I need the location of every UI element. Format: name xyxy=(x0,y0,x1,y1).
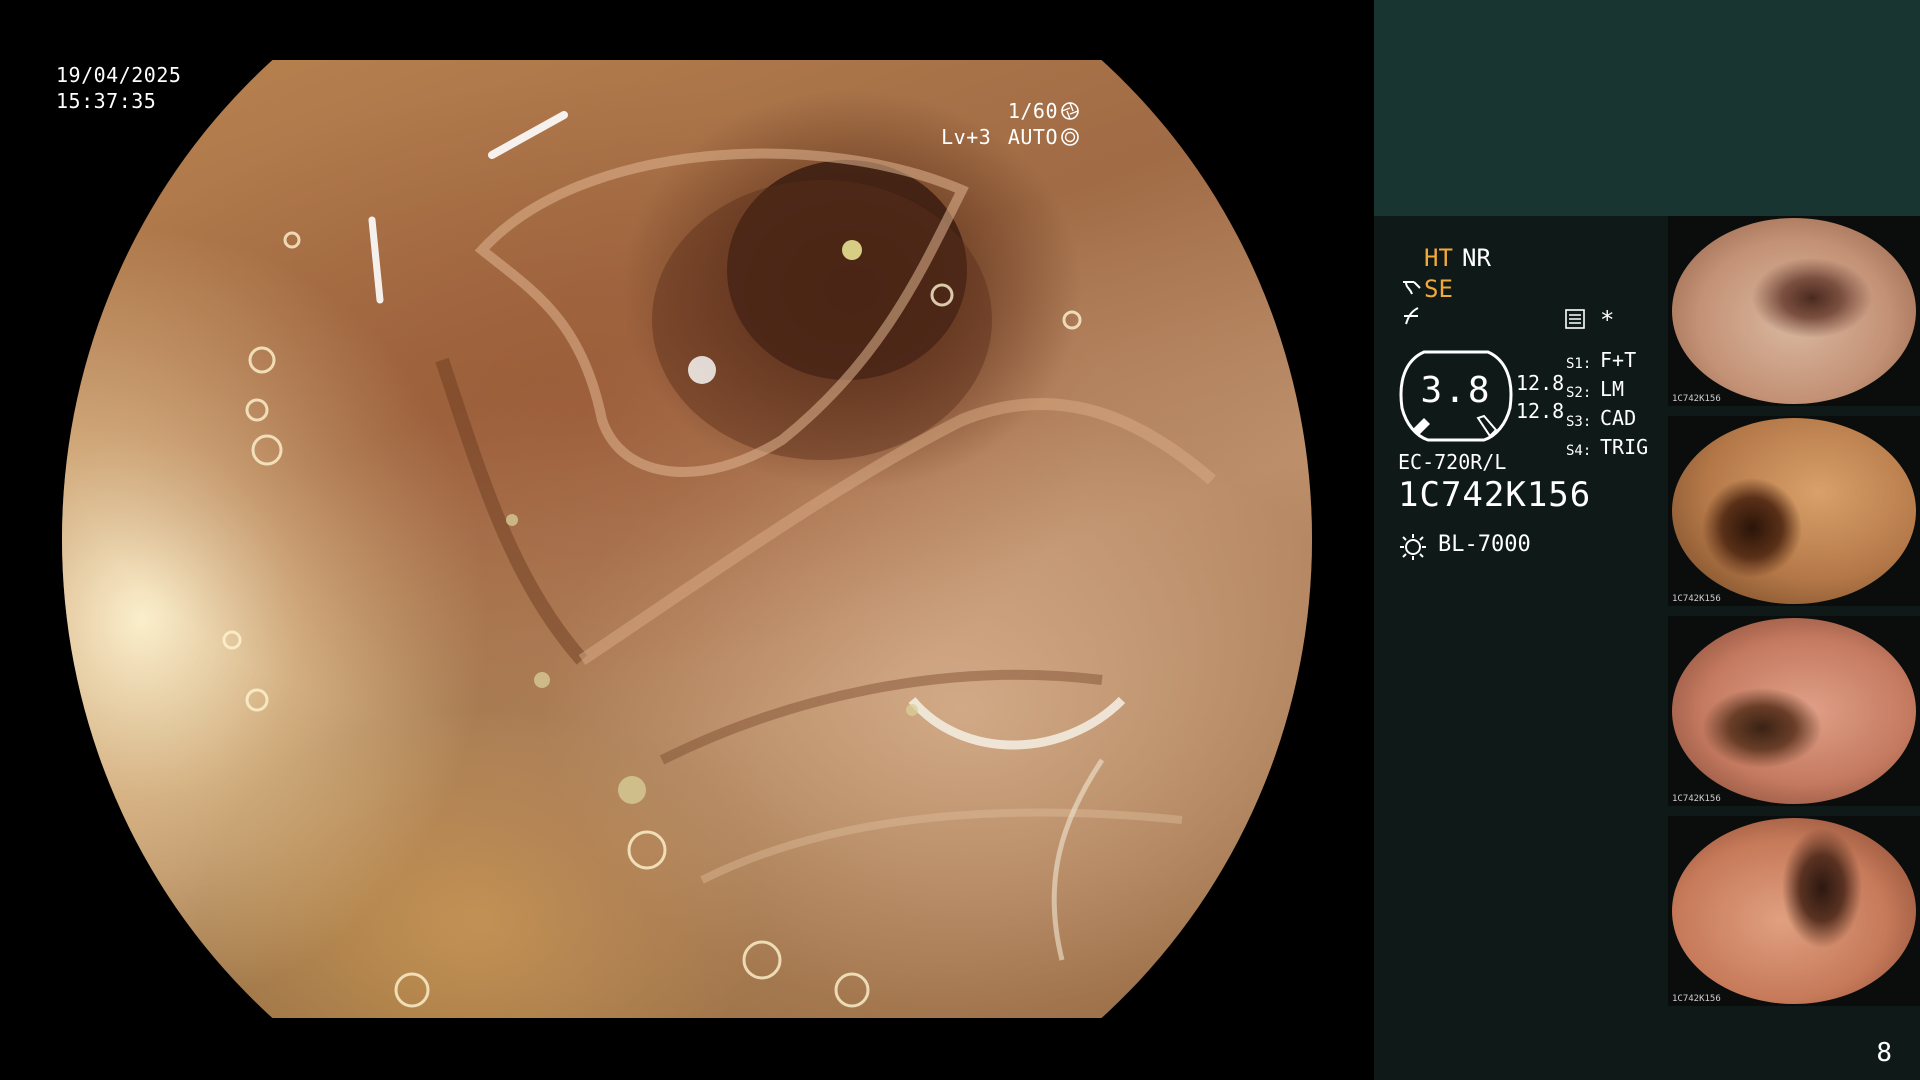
thumbnail-caption: 1C742K156 xyxy=(1672,794,1721,804)
scope-switch-row: S3: CAD xyxy=(1566,406,1648,435)
freeze-icon xyxy=(1404,307,1419,325)
exposure-mode: AUTO xyxy=(1007,125,1058,149)
capture-thumbnail[interactable]: 1C742K156 xyxy=(1668,816,1920,1006)
datetime-display: 19/04/2025 15:37:35 xyxy=(56,62,181,114)
auto-iris-icon xyxy=(1061,128,1079,146)
scope-switch-row: S2: LM xyxy=(1566,377,1648,406)
thumbnail-image xyxy=(1672,218,1916,404)
brightness-level: Lv+3 xyxy=(941,125,992,149)
grid-icon xyxy=(1565,309,1585,329)
mucosa-rendering xyxy=(222,111,1216,1008)
scope-model: EC-720R/L xyxy=(1398,450,1507,474)
switch-value: CAD xyxy=(1600,406,1637,430)
panel-header xyxy=(1374,0,1920,216)
scope-switch-row: S4: TRIG xyxy=(1566,435,1648,464)
shutter-row: 1/60 xyxy=(941,98,1080,124)
switch-key: S2: xyxy=(1566,385,1592,401)
capture-thumbnail[interactable]: 1C742K156 xyxy=(1668,416,1920,606)
scope-serial: 1C742K156 xyxy=(1398,475,1592,515)
shutter-speed: 1/60 xyxy=(1007,99,1058,123)
thumbnail-image xyxy=(1672,418,1916,604)
mode-ht: HT xyxy=(1424,244,1453,272)
shutter-icon xyxy=(1061,102,1079,120)
capture-thumbnail[interactable]: 1C742K156 xyxy=(1668,616,1920,806)
switch-key: S3: xyxy=(1566,414,1592,430)
page-number: 8 xyxy=(1876,1038,1892,1068)
mode-nr: NR xyxy=(1462,244,1491,272)
capture-thumbnail[interactable]: 1C742K156 xyxy=(1668,216,1920,406)
star-indicator: * xyxy=(1600,306,1615,334)
scope-switch-list: S1: F+T S2: LM S3: CAD S4: TRIG xyxy=(1566,348,1648,464)
switch-value: TRIG xyxy=(1600,435,1649,459)
thumbnail-caption: 1C742K156 xyxy=(1672,394,1721,404)
thumbnail-caption: 1C742K156 xyxy=(1672,994,1721,1004)
thumbnail-caption: 1C742K156 xyxy=(1672,594,1721,604)
switch-value: LM xyxy=(1600,377,1625,401)
endoscopy-screen: 19/04/2025 15:37:35 1/60 Lv+3 AUTO HT NR xyxy=(0,0,1920,1080)
tool-icon xyxy=(1403,281,1421,295)
time-label: 15:37:35 xyxy=(56,89,157,113)
thumbnail-image xyxy=(1672,618,1916,804)
magnification-value: 3.8 xyxy=(1420,370,1492,411)
exposure-display: 1/60 Lv+3 AUTO xyxy=(941,98,1080,150)
mode-se: SE xyxy=(1424,275,1453,303)
switch-value: F+T xyxy=(1600,348,1637,372)
scope-switch-row: S1: F+T xyxy=(1566,348,1648,377)
endoscope-live-view xyxy=(62,60,1312,1018)
exposure-row: Lv+3 AUTO xyxy=(941,124,1080,150)
light-source-icon xyxy=(1400,534,1426,560)
date-label: 19/04/2025 xyxy=(56,63,182,87)
switch-key: S4: xyxy=(1566,443,1592,459)
light-source-model: BL-7000 xyxy=(1438,532,1531,557)
thumbnail-image xyxy=(1672,818,1916,1004)
switch-key: S1: xyxy=(1566,356,1592,372)
readout-2: 12.8 xyxy=(1516,399,1565,423)
readout-1: 12.8 xyxy=(1516,371,1565,395)
